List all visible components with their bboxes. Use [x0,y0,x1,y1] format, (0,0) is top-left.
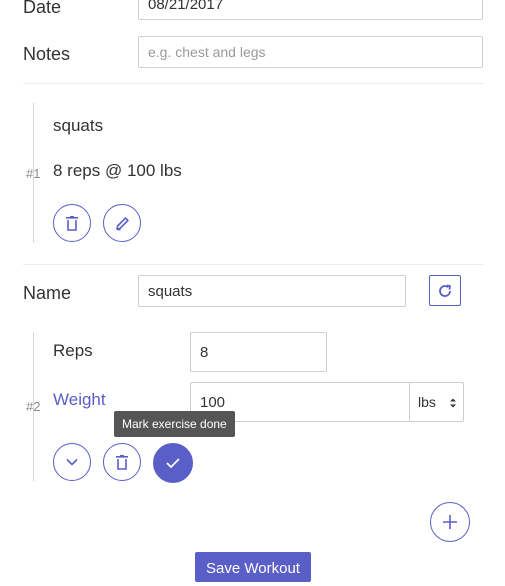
save-workout-button[interactable]: Save Workout [195,552,311,582]
pencil-icon [115,216,129,230]
reps-field[interactable] [190,332,327,372]
edit-exercise-1-button[interactable] [103,204,141,242]
mark-done-button[interactable] [153,443,193,483]
notes-label: Notes [23,44,71,64]
exercise-1-summary: 8 reps @ 100 lbs [53,161,182,180]
reset-button[interactable] [429,275,461,306]
notes-field[interactable] [138,36,483,68]
chevron-down-icon [66,458,78,466]
checkmark-icon [166,458,180,468]
name-label: Name [23,283,72,303]
refresh-icon [439,284,451,297]
divider [23,264,484,265]
unit-select-value: lbs [418,394,436,410]
add-exercise-button[interactable] [430,502,470,542]
delete-exercise-2-button[interactable] [103,443,141,481]
trash-icon [116,454,128,470]
date-label: Date [23,0,62,17]
weight-label: Weight [53,390,106,409]
trash-icon [66,215,78,231]
exercise-1-name: squats [53,116,104,135]
exercise-2-number: #2 [26,399,41,414]
plus-icon [443,515,457,529]
tooltip: Mark exercise done [114,411,235,437]
date-field[interactable] [138,0,483,20]
exercise-1-number: #1 [26,166,41,181]
exercise-name-field[interactable] [138,275,406,307]
select-arrows-icon [450,398,456,408]
unit-select[interactable]: lbs [409,382,464,422]
reps-label: Reps [53,341,93,360]
delete-exercise-1-button[interactable] [53,204,91,242]
collapse-button[interactable] [53,443,91,481]
divider [23,83,484,84]
